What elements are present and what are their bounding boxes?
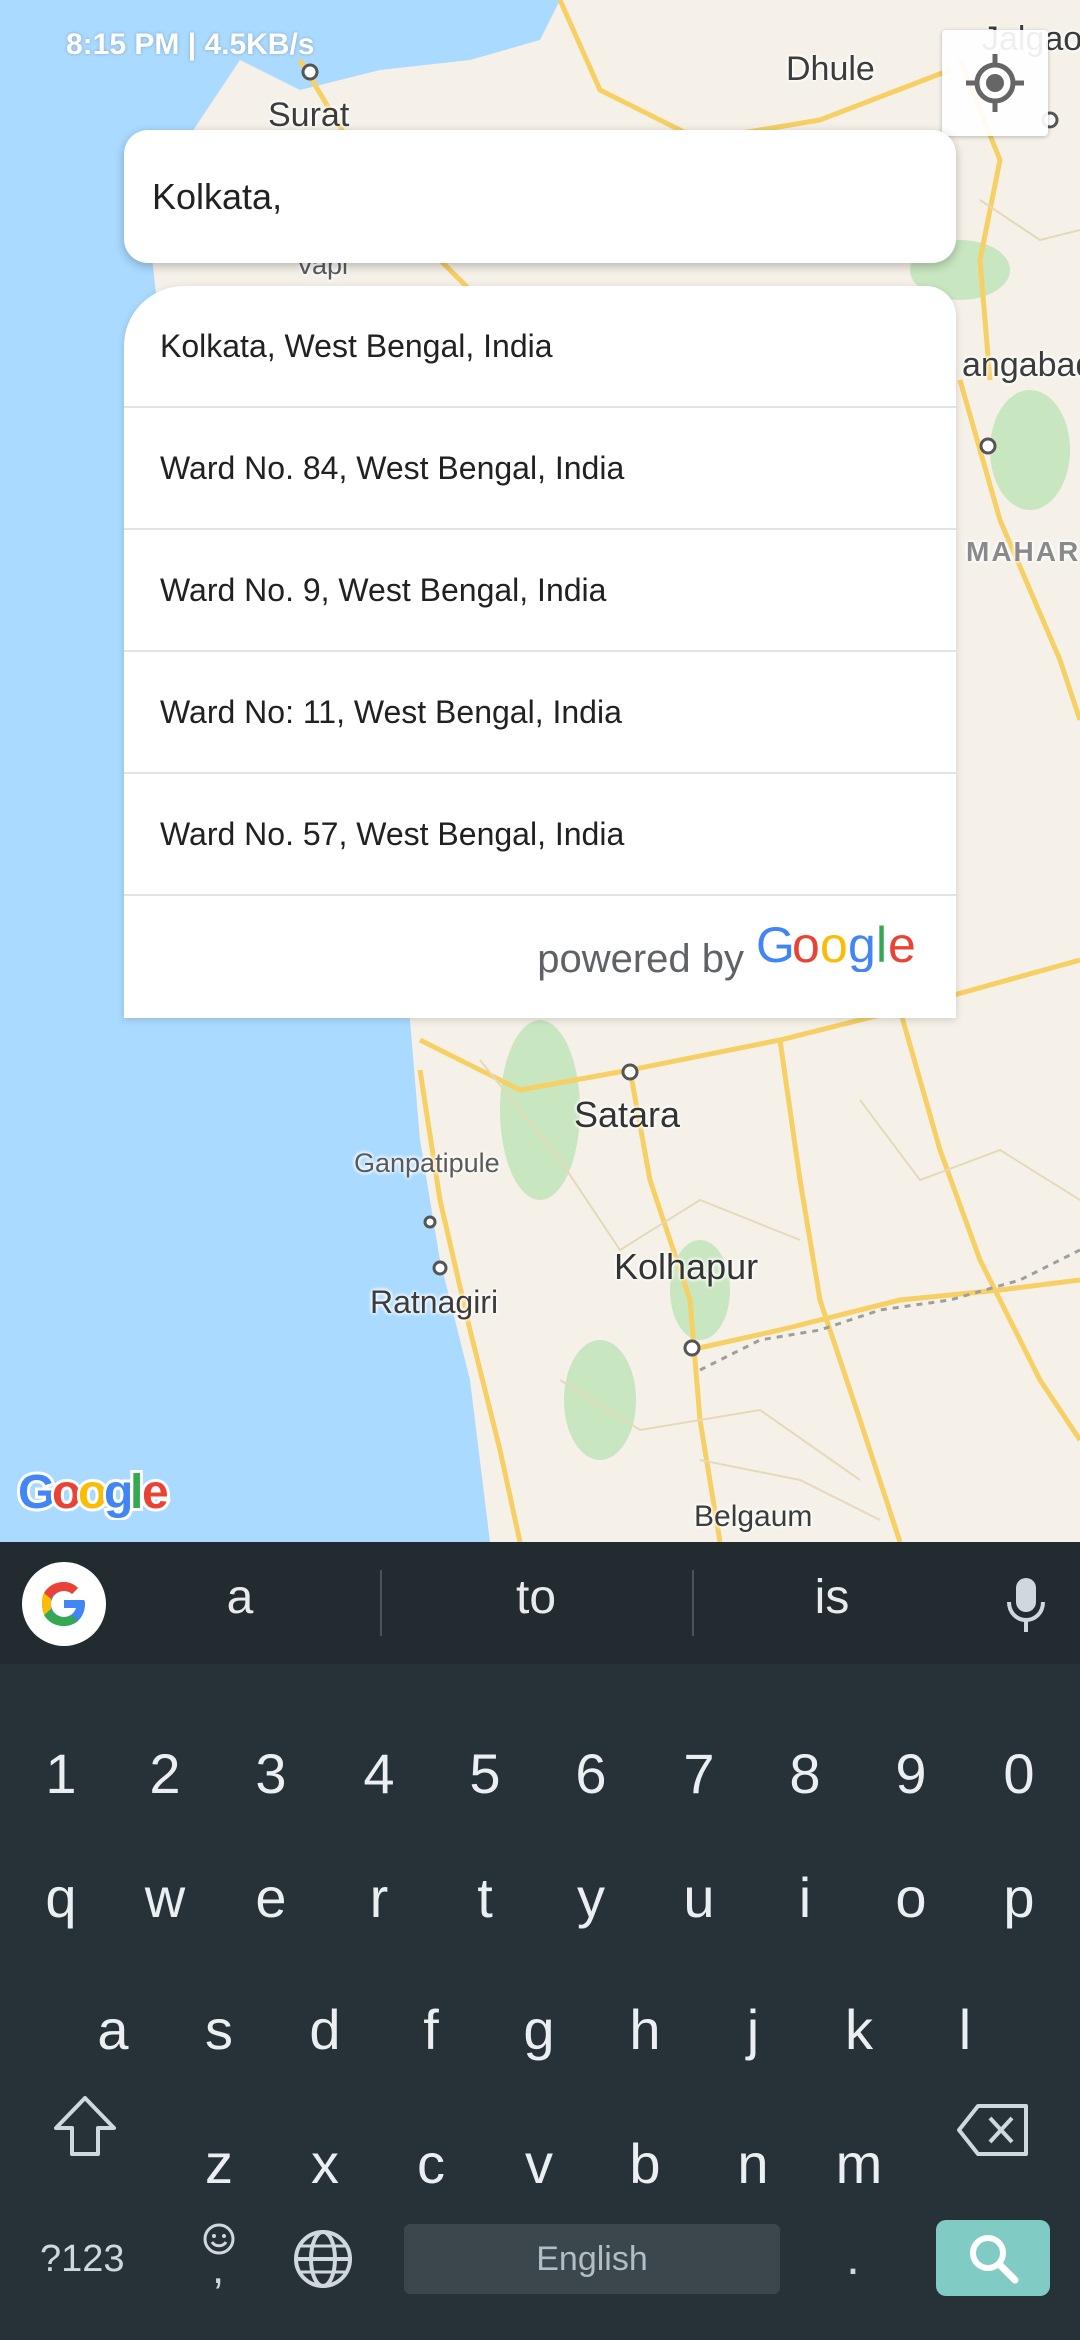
google-g-icon bbox=[42, 1582, 85, 1626]
space-key[interactable]: English bbox=[404, 2224, 780, 2294]
svg-text:G: G bbox=[756, 918, 795, 972]
key-6[interactable]: 6 bbox=[546, 1734, 636, 1814]
key-p[interactable]: p bbox=[974, 1858, 1064, 1938]
key-t[interactable]: t bbox=[440, 1858, 530, 1938]
key-m[interactable]: m bbox=[814, 2124, 904, 2204]
key-d[interactable]: d bbox=[280, 1990, 370, 2070]
autocomplete-suggestions: Kolkata, West Bengal, India Ward No. 84,… bbox=[124, 286, 956, 1018]
globe-icon[interactable] bbox=[292, 2228, 354, 2290]
key-g[interactable]: g bbox=[494, 1990, 584, 2070]
key-q[interactable]: q bbox=[16, 1858, 106, 1938]
svg-text:g: g bbox=[848, 918, 876, 972]
key-l[interactable]: l bbox=[920, 1990, 1010, 2070]
powered-by-text: powered by bbox=[537, 937, 744, 981]
key-w[interactable]: w bbox=[120, 1858, 210, 1938]
key-n[interactable]: n bbox=[708, 2124, 798, 2204]
svg-text:g: g bbox=[104, 1466, 133, 1519]
key-b[interactable]: b bbox=[600, 2124, 690, 2204]
key-c[interactable]: c bbox=[386, 2124, 476, 2204]
key-0[interactable]: 0 bbox=[974, 1734, 1064, 1814]
key-f[interactable]: f bbox=[386, 1990, 476, 2070]
svg-text:e: e bbox=[142, 1466, 169, 1519]
key-h[interactable]: h bbox=[600, 1990, 690, 2070]
key-v[interactable]: v bbox=[494, 2124, 584, 2204]
status-bar: 8:15 PM | 4.5KB/s bbox=[0, 0, 1080, 90]
strip-divider bbox=[380, 1570, 382, 1636]
mic-icon[interactable] bbox=[1004, 1576, 1048, 1634]
key-s[interactable]: s bbox=[174, 1990, 264, 2070]
search-icon bbox=[970, 2235, 1019, 2284]
google-g-button[interactable] bbox=[22, 1562, 106, 1646]
key-a[interactable]: a bbox=[68, 1990, 158, 2070]
word-suggestion[interactable]: a bbox=[140, 1570, 340, 1625]
status-time: 8:15 PM | 4.5KB/s bbox=[66, 28, 315, 61]
map-label-kolhapur: Kolhapur bbox=[614, 1246, 759, 1287]
word-suggestion[interactable]: to bbox=[436, 1570, 636, 1625]
key-u[interactable]: u bbox=[654, 1858, 744, 1938]
search-box[interactable] bbox=[124, 130, 956, 263]
backspace-icon[interactable] bbox=[956, 2102, 1030, 2158]
symbols-key[interactable]: ?123 bbox=[40, 2238, 125, 2281]
period-key[interactable]: . bbox=[846, 2228, 860, 2286]
svg-text:l: l bbox=[876, 918, 887, 972]
key-2[interactable]: 2 bbox=[120, 1734, 210, 1814]
search-action-key[interactable] bbox=[936, 2220, 1050, 2296]
key-5[interactable]: 5 bbox=[440, 1734, 530, 1814]
key-o[interactable]: o bbox=[866, 1858, 956, 1938]
my-location-button[interactable] bbox=[942, 30, 1048, 136]
map-label-maharashtra: MAHARA bbox=[966, 536, 1080, 567]
map-label-aurangabad: angabad bbox=[962, 346, 1080, 384]
svg-text:G: G bbox=[18, 1466, 55, 1519]
key-x[interactable]: x bbox=[280, 2124, 370, 2204]
key-4[interactable]: 4 bbox=[334, 1734, 424, 1814]
svg-text:o: o bbox=[52, 1466, 81, 1519]
suggestion-item[interactable]: Ward No. 84, West Bengal, India bbox=[124, 408, 956, 530]
key-1[interactable]: 1 bbox=[16, 1734, 106, 1814]
suggestion-item[interactable]: Kolkata, West Bengal, India bbox=[124, 286, 956, 408]
key-j[interactable]: j bbox=[708, 1990, 798, 2070]
map-label-belgaum: Belgaum bbox=[694, 1500, 813, 1533]
svg-text:o: o bbox=[78, 1466, 107, 1519]
suggestion-item[interactable]: Ward No. 9, West Bengal, India bbox=[124, 530, 956, 652]
keyboard: a to is 1 2 3 4 5 6 7 8 9 0 q w e r t y … bbox=[0, 1542, 1080, 2340]
key-9[interactable]: 9 bbox=[866, 1734, 956, 1814]
search-input[interactable] bbox=[152, 175, 912, 218]
map-label-satara: Satara bbox=[574, 1094, 681, 1135]
key-k[interactable]: k bbox=[814, 1990, 904, 2070]
keyboard-suggestion-strip: a to is bbox=[0, 1542, 1080, 1664]
key-i[interactable]: i bbox=[760, 1858, 850, 1938]
key-8[interactable]: 8 bbox=[760, 1734, 850, 1814]
key-7[interactable]: 7 bbox=[654, 1734, 744, 1814]
svg-text:o: o bbox=[792, 918, 820, 972]
map-label-ratnagiri: Ratnagiri bbox=[370, 1284, 499, 1320]
strip-divider bbox=[692, 1570, 694, 1636]
crosshair-icon bbox=[966, 54, 1024, 112]
key-r[interactable]: r bbox=[334, 1858, 424, 1938]
google-watermark: G o o g l e bbox=[15, 1463, 176, 1525]
svg-text:e: e bbox=[888, 918, 916, 972]
comma-key[interactable]: , bbox=[212, 2244, 224, 2294]
powered-by-google: powered by G o o g l e bbox=[537, 918, 916, 982]
suggestion-item[interactable]: Ward No. 57, West Bengal, India bbox=[124, 774, 956, 896]
shift-icon[interactable] bbox=[52, 2094, 118, 2158]
map-label-ganpatipule: Ganpatipule bbox=[354, 1148, 500, 1178]
key-3[interactable]: 3 bbox=[226, 1734, 316, 1814]
word-suggestion[interactable]: is bbox=[732, 1570, 932, 1625]
suggestion-item[interactable]: Ward No: 11, West Bengal, India bbox=[124, 652, 956, 774]
key-y[interactable]: y bbox=[546, 1858, 636, 1938]
svg-text:o: o bbox=[820, 918, 848, 972]
key-e[interactable]: e bbox=[226, 1858, 316, 1938]
google-logo: G o o g l e bbox=[756, 918, 916, 972]
key-z[interactable]: z bbox=[174, 2124, 264, 2204]
